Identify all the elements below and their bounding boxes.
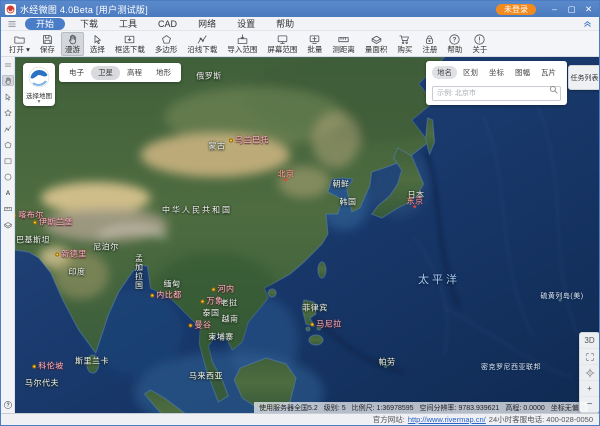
toolbar-polyline-button[interactable]: 沿线下载 <box>183 32 221 56</box>
menubar: 开始下载工具 CAD 网络设置帮助 <box>1 17 599 31</box>
layer-tab[interactable]: 高程 <box>120 66 149 80</box>
minimize-button[interactable]: – <box>546 1 563 17</box>
lefttool-hand-button[interactable] <box>2 75 14 86</box>
layer-tab[interactable]: 地形 <box>149 66 178 80</box>
lefttool-lasso-button[interactable] <box>2 107 14 118</box>
menu-item[interactable]: 开始 <box>25 18 65 30</box>
lefttool-help-button[interactable]: ? <box>2 399 14 410</box>
search-icon[interactable] <box>549 85 558 94</box>
window-title: 水经微图 4.0Beta [用户测试版] <box>20 3 148 16</box>
menu-icon[interactable] <box>7 19 17 29</box>
menu-items: 开始下载工具 CAD 网络设置帮助 <box>25 18 300 30</box>
lefttool-polyline-button[interactable] <box>2 123 14 134</box>
search-tab[interactable]: 坐标 <box>484 66 509 79</box>
menu-item[interactable]: 帮助 <box>270 18 300 30</box>
toolbar-area-button[interactable]: 量面积 <box>361 32 392 56</box>
status-item: 高程:0.0000 <box>505 403 544 413</box>
toolbar-rect-dl-button[interactable]: 框选下载 <box>111 32 149 56</box>
map-status-bar: 使用服务器全国5.2 级别:5 比例尺:1:36978595 空间分辨率:9783.9… <box>254 402 588 413</box>
svg-text:A: A <box>5 190 10 197</box>
toolbar-lock-button[interactable]: 注册 <box>418 32 441 56</box>
toolbar: 打开 ▾保存漫游选择框选下载多边形沿线下载导入范围屏幕范围批量测距离量面积购买注… <box>1 31 599 57</box>
toolbar-screen-button[interactable]: 屏幕范围 <box>263 32 301 56</box>
app-window: 水经微图 4.0Beta [用户测试版] 未登录 – ▢ ✕ 开始下载工具 CAD… <box>0 0 600 426</box>
status-server: 使用服务器全国5.2 <box>259 403 318 413</box>
toolbar-cursor-button[interactable]: 选择 <box>86 32 109 56</box>
maximize-button[interactable]: ▢ <box>563 1 580 17</box>
lefttool-ruler-button[interactable] <box>2 203 14 214</box>
layer-tab[interactable]: 卫星 <box>91 66 120 80</box>
toolbar-hand-button[interactable]: 漫游 <box>61 32 84 56</box>
app-logo-icon <box>5 4 16 15</box>
titlebar: 水经微图 4.0Beta [用户测试版] 未登录 – ▢ ✕ <box>1 1 599 17</box>
chevron-down-icon: ▼ <box>37 100 42 105</box>
lefttool-grip-button[interactable] <box>2 59 14 70</box>
lefttool-text-button[interactable]: A <box>2 187 14 198</box>
toolbar-folder-button[interactable]: 打开 ▾ <box>5 32 34 56</box>
map-zoom-out-button[interactable]: − <box>580 397 599 412</box>
menu-item[interactable]: 网络 <box>192 18 222 30</box>
status-item: 级别:5 <box>324 403 346 413</box>
menu-item[interactable]: CAD <box>152 18 183 30</box>
login-badge[interactable]: 未登录 <box>496 4 536 15</box>
lefttool-cursor-button[interactable] <box>2 91 14 102</box>
map-canvas[interactable]: 俄罗斯蒙古乌兰巴托北京★朝鲜韩国日本东京★中华人民共和国喀布尔伊斯兰堡巴基斯坦尼… <box>15 57 599 413</box>
search-tab[interactable]: 图幅 <box>510 66 535 79</box>
toolbar-about-button[interactable]: 关于 <box>468 32 491 56</box>
map-zoom-in-button[interactable]: + <box>580 381 599 397</box>
lefttool-circle-button[interactable] <box>2 171 14 182</box>
toolbar-ruler-button[interactable]: 测距离 <box>328 32 359 56</box>
menu-item[interactable]: 下载 <box>74 18 104 30</box>
menu-item[interactable]: 工具 <box>113 18 143 30</box>
map-zoom-controls: 3D +− <box>579 332 599 413</box>
globe-icon <box>28 66 50 88</box>
search-tab[interactable]: 地名 <box>432 66 457 79</box>
search-input[interactable] <box>432 86 561 101</box>
search-panel: 地名区划坐标图幅瓦片 <box>426 61 567 105</box>
website-label: 官方网站: <box>373 414 405 425</box>
layer-tabs: 电子卫星高程地形 <box>59 63 181 82</box>
status-item: 比例尺:1:36978595 <box>352 403 414 413</box>
left-toolbar: A? <box>1 57 15 413</box>
lefttool-polygon-button[interactable] <box>2 139 14 150</box>
search-tabs: 地名区划坐标图幅瓦片 <box>432 64 561 80</box>
lefttool-area-button[interactable] <box>2 219 14 230</box>
svg-text:?: ? <box>6 402 9 408</box>
toolbar-help-button[interactable]: ?帮助 <box>443 32 466 56</box>
satellite-imagery <box>15 57 599 413</box>
hotline-text: 24小时客服电话: 400-028-0050 <box>489 414 593 425</box>
map-provider-button[interactable]: 选择地图 ▼ <box>23 63 55 106</box>
collapse-ribbon-icon[interactable] <box>582 18 593 29</box>
svg-text:?: ? <box>453 37 457 44</box>
search-tab[interactable]: 区划 <box>458 66 483 79</box>
status-item: 空间分辨率:9783.939621 <box>420 403 500 413</box>
toolbar-import-button[interactable]: 导入范围 <box>223 32 261 56</box>
website-link[interactable]: http://www.rivermap.cn/ <box>408 415 486 424</box>
toolbar-save-button[interactable]: 保存 <box>36 32 59 56</box>
toolbar-polygon-button[interactable]: 多边形 <box>151 32 182 56</box>
layer-tab[interactable]: 电子 <box>62 66 91 80</box>
menu-item[interactable]: 设置 <box>231 18 261 30</box>
toolbar-cart-button[interactable]: 购买 <box>393 32 416 56</box>
statusbar: 官方网站: http://www.rivermap.cn/ 24小时客服电话: … <box>1 413 599 425</box>
search-tab[interactable]: 瓦片 <box>536 66 561 79</box>
task-list-button[interactable]: 任务列表 <box>568 65 599 90</box>
close-button[interactable]: ✕ <box>580 1 597 17</box>
toolbar-batch-button[interactable]: 批量 <box>303 32 326 56</box>
map-locate-button[interactable] <box>580 365 599 381</box>
lefttool-rect-button[interactable] <box>2 155 14 166</box>
map-3d-button[interactable]: 3D <box>580 333 599 349</box>
map-extent-button[interactable] <box>580 349 599 365</box>
